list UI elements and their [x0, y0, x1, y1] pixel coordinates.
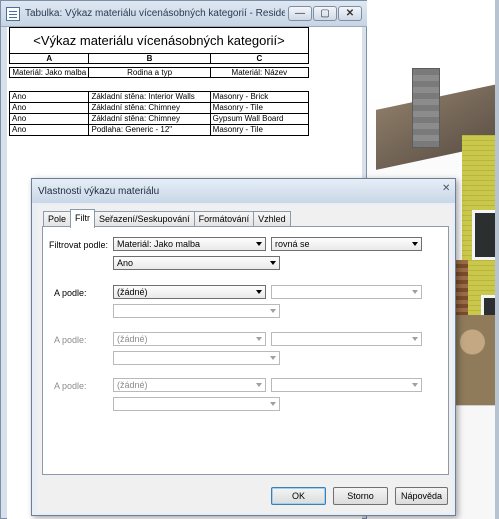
column-letters: A B C [9, 53, 309, 64]
minimize-button[interactable]: — [288, 6, 312, 21]
filter-operator-select[interactable]: rovná se [271, 237, 422, 251]
column-letter[interactable]: A [10, 54, 90, 63]
tab-appearance[interactable]: Vzhled [253, 211, 291, 227]
view-frame-edge [495, 0, 499, 519]
and-by-field-value-1: (žádné) [117, 287, 148, 297]
filter-field-select[interactable]: Materiál: Jako malba [113, 237, 266, 251]
schedule-titlebar[interactable]: Tabulka: Výkaz materiálu vícenásobných k… [1, 1, 367, 27]
chevron-down-icon [256, 383, 262, 387]
tab-sorting-grouping[interactable]: Seřazení/Seskupování [94, 211, 195, 227]
table-cell[interactable]: Základní stěna: Chimney [89, 114, 211, 124]
column-header[interactable]: Materiál: Název [211, 68, 308, 77]
chevron-down-icon [270, 261, 276, 265]
house-chimney [412, 68, 440, 148]
cancel-button[interactable]: Storno [333, 487, 388, 505]
dialog-body: Pole Filtr Seřazení/Seskupování Formátov… [37, 205, 452, 513]
table-row[interactable]: Ano Základní stěna: Chimney Masonry - Ti… [10, 102, 308, 113]
column-letter[interactable]: C [211, 54, 308, 63]
close-window-button[interactable]: ✕ [338, 6, 362, 21]
and-by-label-2: A podle: [54, 335, 87, 345]
table-cell[interactable]: Podlaha: Generic - 12" [89, 125, 211, 135]
table-cell[interactable]: Základní stěna: Interior Walls [89, 92, 211, 102]
chevron-down-icon [412, 290, 418, 294]
and-by-field-select-3: (žádné) [113, 378, 266, 392]
column-header[interactable]: Materiál: Jako malba [10, 68, 90, 77]
column-header[interactable]: Rodina a typ [89, 68, 211, 77]
filter-value-text: Ano [117, 258, 134, 268]
and-by-value-select-1 [113, 304, 280, 318]
dialog-close-icon[interactable]: ✕ [442, 184, 451, 194]
column-letter[interactable]: B [89, 54, 211, 63]
dialog-title: Vlastnosti výkazu materiálu [38, 186, 160, 197]
chevron-down-icon [270, 309, 276, 313]
chevron-down-icon [256, 337, 262, 341]
table-cell[interactable]: Ano [10, 92, 90, 102]
tab-fields[interactable]: Pole [43, 211, 72, 227]
schedule-icon [6, 7, 20, 21]
table-cell[interactable]: Masonry - Tile [211, 125, 308, 135]
chevron-down-icon [256, 290, 262, 294]
and-by-label-3: A podle: [54, 381, 87, 391]
table-cell[interactable]: Ano [10, 125, 90, 135]
and-by-operator-select-1 [271, 285, 422, 299]
and-by-field-select-2: (žádné) [113, 332, 266, 346]
and-by-field-value-3: (žádné) [117, 380, 148, 390]
filter-field-value: Materiál: Jako malba [117, 239, 201, 249]
filter-by-label: Filtrovat podle: [49, 240, 109, 250]
tab-filter[interactable]: Filtr [70, 209, 96, 228]
table-cell[interactable]: Ano [10, 103, 90, 113]
table-row[interactable]: Ano Podlaha: Generic - 12" Masonry - Til… [10, 124, 308, 135]
and-by-value-select-3 [113, 397, 280, 411]
tab-strip: Pole Filtr Seřazení/Seskupování Formátov… [43, 209, 291, 228]
maximize-button[interactable]: ▢ [313, 6, 337, 21]
dialog-titlebar[interactable]: Vlastnosti výkazu materiálu ✕ [32, 179, 455, 203]
filter-operator-value: rovná se [275, 239, 310, 249]
schedule-sheet-title: <Výkaz materiálu vícenásobných kategorií… [9, 27, 309, 53]
and-by-operator-select-2 [271, 332, 422, 346]
table-row[interactable]: Ano Základní stěna: Interior Walls Mason… [10, 91, 308, 102]
table-cell[interactable]: Masonry - Tile [211, 103, 308, 113]
table-cell[interactable]: Masonry - Brick [211, 92, 308, 102]
tab-formatting[interactable]: Formátování [193, 211, 255, 227]
ok-button[interactable]: OK [271, 487, 326, 505]
and-by-label-1: A podle: [54, 288, 87, 298]
chevron-down-icon [256, 242, 262, 246]
schedule-window-title: Tabulka: Výkaz materiálu vícenásobných k… [25, 8, 285, 19]
filter-value-select[interactable]: Ano [113, 256, 280, 270]
schedule-properties-dialog: Vlastnosti výkazu materiálu ✕ Pole Filtr… [31, 178, 456, 516]
table-cell[interactable]: Základní stěna: Chimney [89, 103, 211, 113]
filter-tab-panel: Filtrovat podle: Materiál: Jako malba ro… [42, 226, 449, 475]
chevron-down-icon [270, 402, 276, 406]
chevron-down-icon [412, 242, 418, 246]
column-headers: Materiál: Jako malba Rodina a typ Materi… [9, 67, 309, 78]
table-row[interactable]: Ano Základní stěna: Chimney Gypsum Wall … [10, 113, 308, 124]
table-cell[interactable]: Ano [10, 114, 90, 124]
and-by-field-select-1[interactable]: (žádné) [113, 285, 266, 299]
and-by-operator-select-3 [271, 378, 422, 392]
and-by-field-value-2: (žádné) [117, 334, 148, 344]
help-button[interactable]: Nápověda [395, 487, 448, 505]
schedule-rows: Ano Základní stěna: Interior Walls Mason… [9, 91, 309, 136]
chevron-down-icon [412, 383, 418, 387]
table-cell[interactable]: Gypsum Wall Board [211, 114, 308, 124]
and-by-value-select-2 [113, 351, 280, 365]
chevron-down-icon [270, 356, 276, 360]
chevron-down-icon [412, 337, 418, 341]
